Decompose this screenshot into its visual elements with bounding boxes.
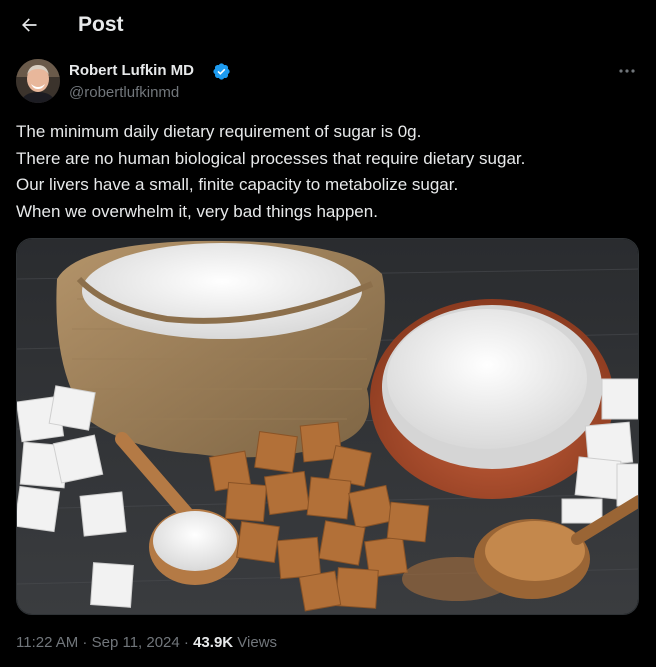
top-bar: Post [0,0,656,52]
back-button[interactable] [12,8,46,42]
post-text: The minimum daily dietary requirement of… [16,119,640,225]
post-text-line: When we overwhelm it, very bad things ha… [16,201,378,221]
meta-separator: · [78,634,92,651]
avatar[interactable] [16,59,60,103]
post-date[interactable]: Sep 11, 2024 [92,634,180,651]
arrow-left-icon [22,18,37,32]
more-horizontal-icon [619,69,635,73]
more-options-button[interactable] [614,60,640,82]
meta-separator: · [179,634,194,651]
post-text-line: The minimum daily dietary requirement of… [16,122,422,141]
post-text-line: Our livers have a small, finite capacity… [16,175,459,194]
views-count: 43.9K [193,634,234,651]
post-image[interactable] [16,238,639,615]
post-meta: 11:22 AM · Sep 11, 2024 · 43.9K Views [16,634,277,651]
views-label: Views [237,634,278,651]
post-text-line: There are no human biological processes … [16,148,526,168]
post-author: Robert Lufkin MD @robertlufkinmd [16,58,640,106]
verified-badge-icon [213,63,230,80]
user-handle[interactable]: @robertlufkinmd [69,84,179,101]
display-name[interactable]: Robert Lufkin MD [69,62,194,79]
page-title: Post [78,13,124,36]
post-time[interactable]: 11:22 AM [16,634,78,651]
